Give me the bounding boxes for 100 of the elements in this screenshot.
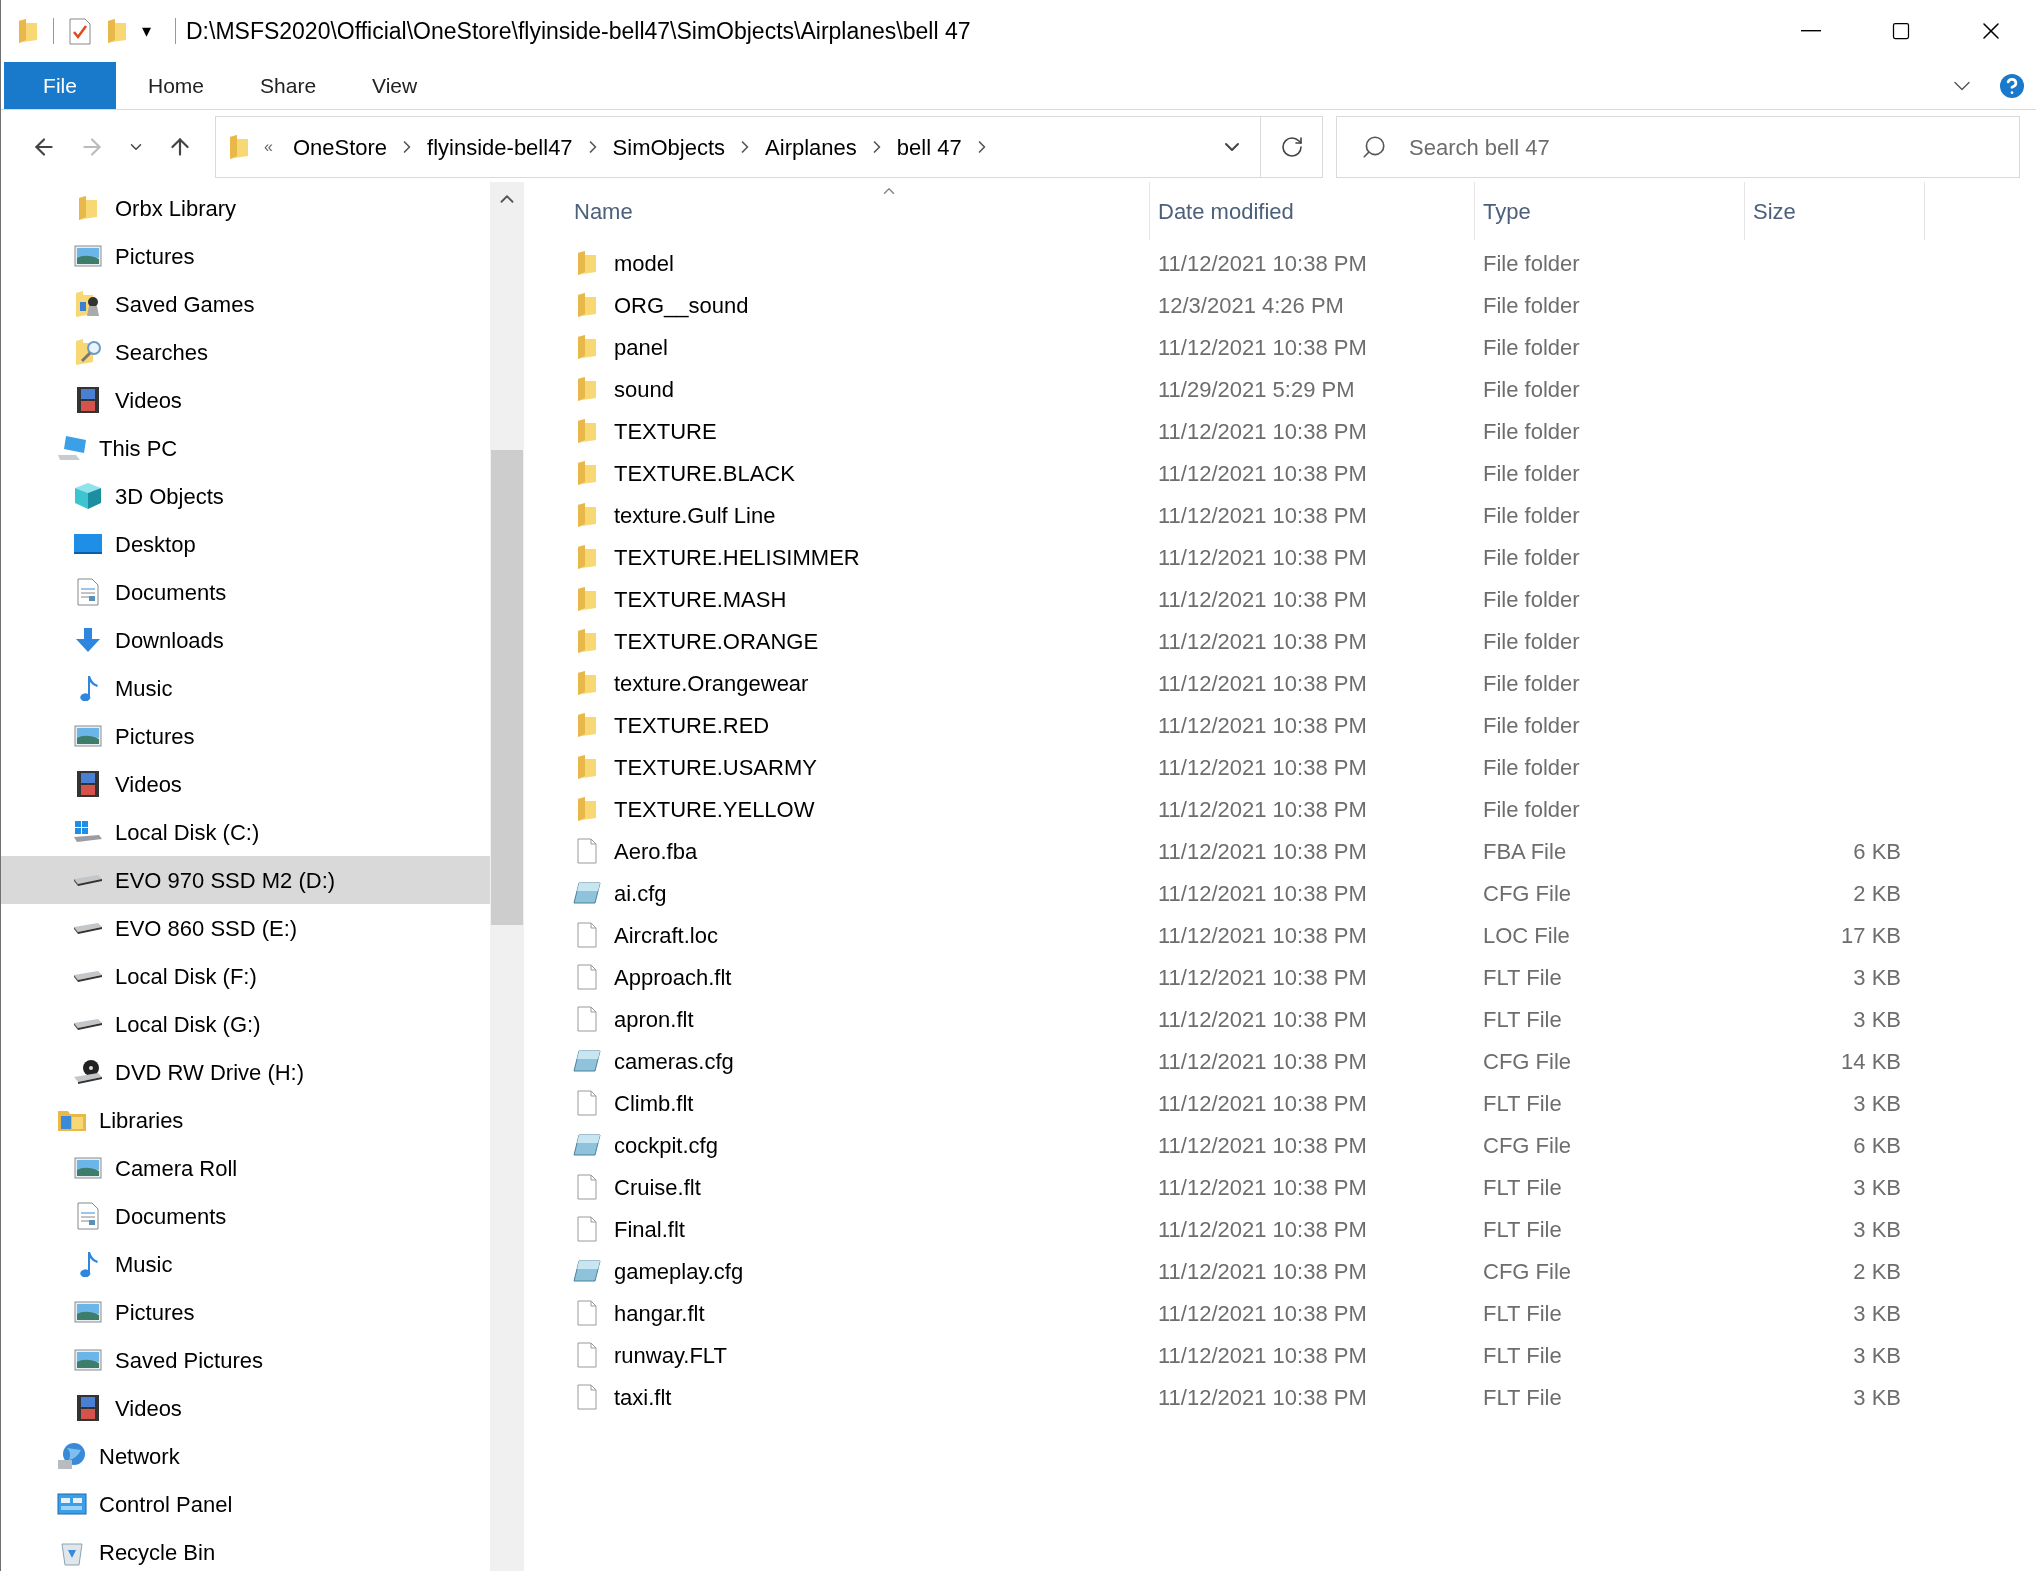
sidebar-item[interactable]: Music <box>1 664 490 712</box>
sidebar-item[interactable]: EVO 970 SSD M2 (D:) <box>1 856 490 904</box>
sidebar-item[interactable]: Network <box>1 1432 490 1480</box>
date-modified: 11/12/2021 10:38 PM <box>1157 585 1368 614</box>
address-bar[interactable]: « OneStore flyinside-bell47 SimObjects Airplanes bell 47 <box>215 116 1261 178</box>
sidebar-item[interactable]: Orbx Library <box>1 184 490 232</box>
sidebar-item[interactable]: Saved Pictures <box>1 1336 490 1384</box>
refresh-button[interactable] <box>1261 116 1323 178</box>
breadcrumb[interactable]: bell 47 <box>896 130 962 164</box>
sidebar-item[interactable]: 3D Objects <box>1 472 490 520</box>
sidebar-item[interactable]: Local Disk (F:) <box>1 952 490 1000</box>
sidebar-item-label: Local Disk (C:) <box>115 818 260 847</box>
sidebar-item[interactable]: Desktop <box>1 520 490 568</box>
sidebar-item-label: Recycle Bin <box>99 1538 216 1567</box>
file-name[interactable]: TEXTURE.RED <box>614 708 770 742</box>
sidebar-item[interactable]: Saved Games <box>1 280 490 328</box>
file-name[interactable]: texture.Orangewear <box>614 666 809 700</box>
sidebar-item[interactable]: Local Disk (C:) <box>1 808 490 856</box>
sidebar-item[interactable]: Libraries <box>1 1096 490 1144</box>
music-note-icon <box>77 675 99 701</box>
file-name[interactable]: TEXTURE <box>614 414 717 448</box>
sidebar-item[interactable]: This PC <box>1 424 490 472</box>
file-name[interactable]: cameras.cfg <box>614 1044 734 1078</box>
sidebar-item[interactable]: Pictures <box>1 232 490 280</box>
sidebar-item[interactable]: Recycle Bin <box>1 1528 490 1571</box>
file-name[interactable]: TEXTURE.BLACK <box>614 456 795 490</box>
breadcrumb[interactable]: flyinside-bell47 <box>427 130 573 164</box>
sidebar-item[interactable]: Documents <box>1 568 490 616</box>
column-header[interactable]: Type <box>1475 182 1745 240</box>
file-type: FBA File <box>1482 837 1568 866</box>
column-header[interactable]: Name <box>566 182 1150 240</box>
checklist-icon[interactable] <box>68 17 92 45</box>
customize-toolbar-arrow[interactable]: ▾ <box>142 17 151 45</box>
column-header[interactable]: Date modified <box>1150 182 1475 240</box>
file-name[interactable]: sound <box>614 372 674 406</box>
file-name[interactable]: TEXTURE.ORANGE <box>614 624 819 658</box>
date-modified: 11/12/2021 10:38 PM <box>1157 1341 1368 1370</box>
sidebar-item[interactable]: Pictures <box>1 1288 490 1336</box>
file-name[interactable]: TEXTURE.MASH <box>614 582 787 616</box>
file-type: FLT File <box>1482 1299 1563 1328</box>
file-name[interactable]: Approach.flt <box>614 960 732 994</box>
overflow-chevron[interactable]: « <box>264 135 273 159</box>
ribbon-tab[interactable]: Home <box>120 62 233 109</box>
blank-file-icon <box>577 1384 597 1410</box>
file-size: 2 KB <box>1853 879 1901 908</box>
file-name[interactable]: hangar.flt <box>614 1296 705 1330</box>
scrollbar-thumb[interactable] <box>491 450 523 925</box>
file-name[interactable]: Cruise.flt <box>614 1170 701 1204</box>
ribbon-tab[interactable]: View <box>344 62 446 109</box>
file-type: File folder <box>1482 417 1581 446</box>
sidebar-item[interactable]: Downloads <box>1 616 490 664</box>
dvd-drive-icon <box>73 1059 103 1085</box>
file-name[interactable]: gameplay.cfg <box>614 1254 744 1288</box>
date-modified: 11/12/2021 10:38 PM <box>1157 753 1368 782</box>
file-name[interactable]: Final.flt <box>614 1212 685 1246</box>
sidebar-item[interactable]: Camera Roll <box>1 1144 490 1192</box>
file-name[interactable]: Aircraft.loc <box>614 918 718 952</box>
ribbon-tab[interactable]: File <box>4 62 116 109</box>
file-name[interactable]: TEXTURE.YELLOW <box>614 792 815 826</box>
sidebar-item-label: Videos <box>115 1394 182 1423</box>
sidebar-item[interactable]: Pictures <box>1 712 490 760</box>
column-header[interactable]: Size <box>1745 182 1925 240</box>
file-type: File folder <box>1482 753 1581 782</box>
date-modified: 11/12/2021 10:38 PM <box>1157 963 1368 992</box>
file-name[interactable]: Climb.flt <box>614 1086 694 1120</box>
file-name[interactable]: apron.flt <box>614 1002 694 1036</box>
sidebar-item[interactable]: Videos <box>1 1384 490 1432</box>
sidebar-item[interactable]: DVD RW Drive (H:) <box>1 1048 490 1096</box>
film-strip-icon <box>76 386 100 414</box>
date-modified: 11/12/2021 10:38 PM <box>1157 1257 1368 1286</box>
breadcrumb[interactable]: OneStore <box>292 130 388 164</box>
file-name[interactable]: cockpit.cfg <box>614 1128 718 1162</box>
file-size: 3 KB <box>1853 1215 1901 1244</box>
sidebar-item-label: Local Disk (G:) <box>115 1010 261 1039</box>
sidebar-item[interactable]: EVO 860 SSD (E:) <box>1 904 490 952</box>
file-name[interactable]: model <box>614 246 674 280</box>
sidebar-item[interactable]: Documents <box>1 1192 490 1240</box>
file-name[interactable]: Aero.fba <box>614 834 698 868</box>
ribbon-tab[interactable]: Share <box>232 62 345 109</box>
breadcrumb[interactable]: Airplanes <box>765 130 857 164</box>
file-name[interactable]: ai.cfg <box>614 876 667 910</box>
sidebar-item[interactable]: Control Panel <box>1 1480 490 1528</box>
sidebar-item-label: 3D Objects <box>115 482 224 511</box>
file-name[interactable]: ORG__sound <box>614 288 749 322</box>
search-box[interactable]: Search bell 47 <box>1336 116 2020 178</box>
file-name[interactable]: TEXTURE.HELISIMMER <box>614 540 860 574</box>
sidebar-item[interactable]: Local Disk (G:) <box>1 1000 490 1048</box>
sidebar-item-label: Music <box>115 1250 173 1279</box>
file-name[interactable]: panel <box>614 330 668 364</box>
file-name[interactable]: texture.Gulf Line <box>614 498 776 532</box>
file-name[interactable]: TEXTURE.USARMY <box>614 750 817 784</box>
sidebar-item[interactable]: Music <box>1 1240 490 1288</box>
blank-file-icon <box>577 838 597 864</box>
file-name[interactable]: runway.FLT <box>614 1338 727 1372</box>
sidebar-item[interactable]: Videos <box>1 760 490 808</box>
sidebar-item[interactable]: Searches <box>1 328 490 376</box>
breadcrumb[interactable]: SimObjects <box>612 130 726 164</box>
sidebar-item[interactable]: Videos <box>1 376 490 424</box>
file-name[interactable]: taxi.flt <box>614 1380 672 1414</box>
search-field[interactable]: Search bell 47 <box>1409 130 1909 164</box>
